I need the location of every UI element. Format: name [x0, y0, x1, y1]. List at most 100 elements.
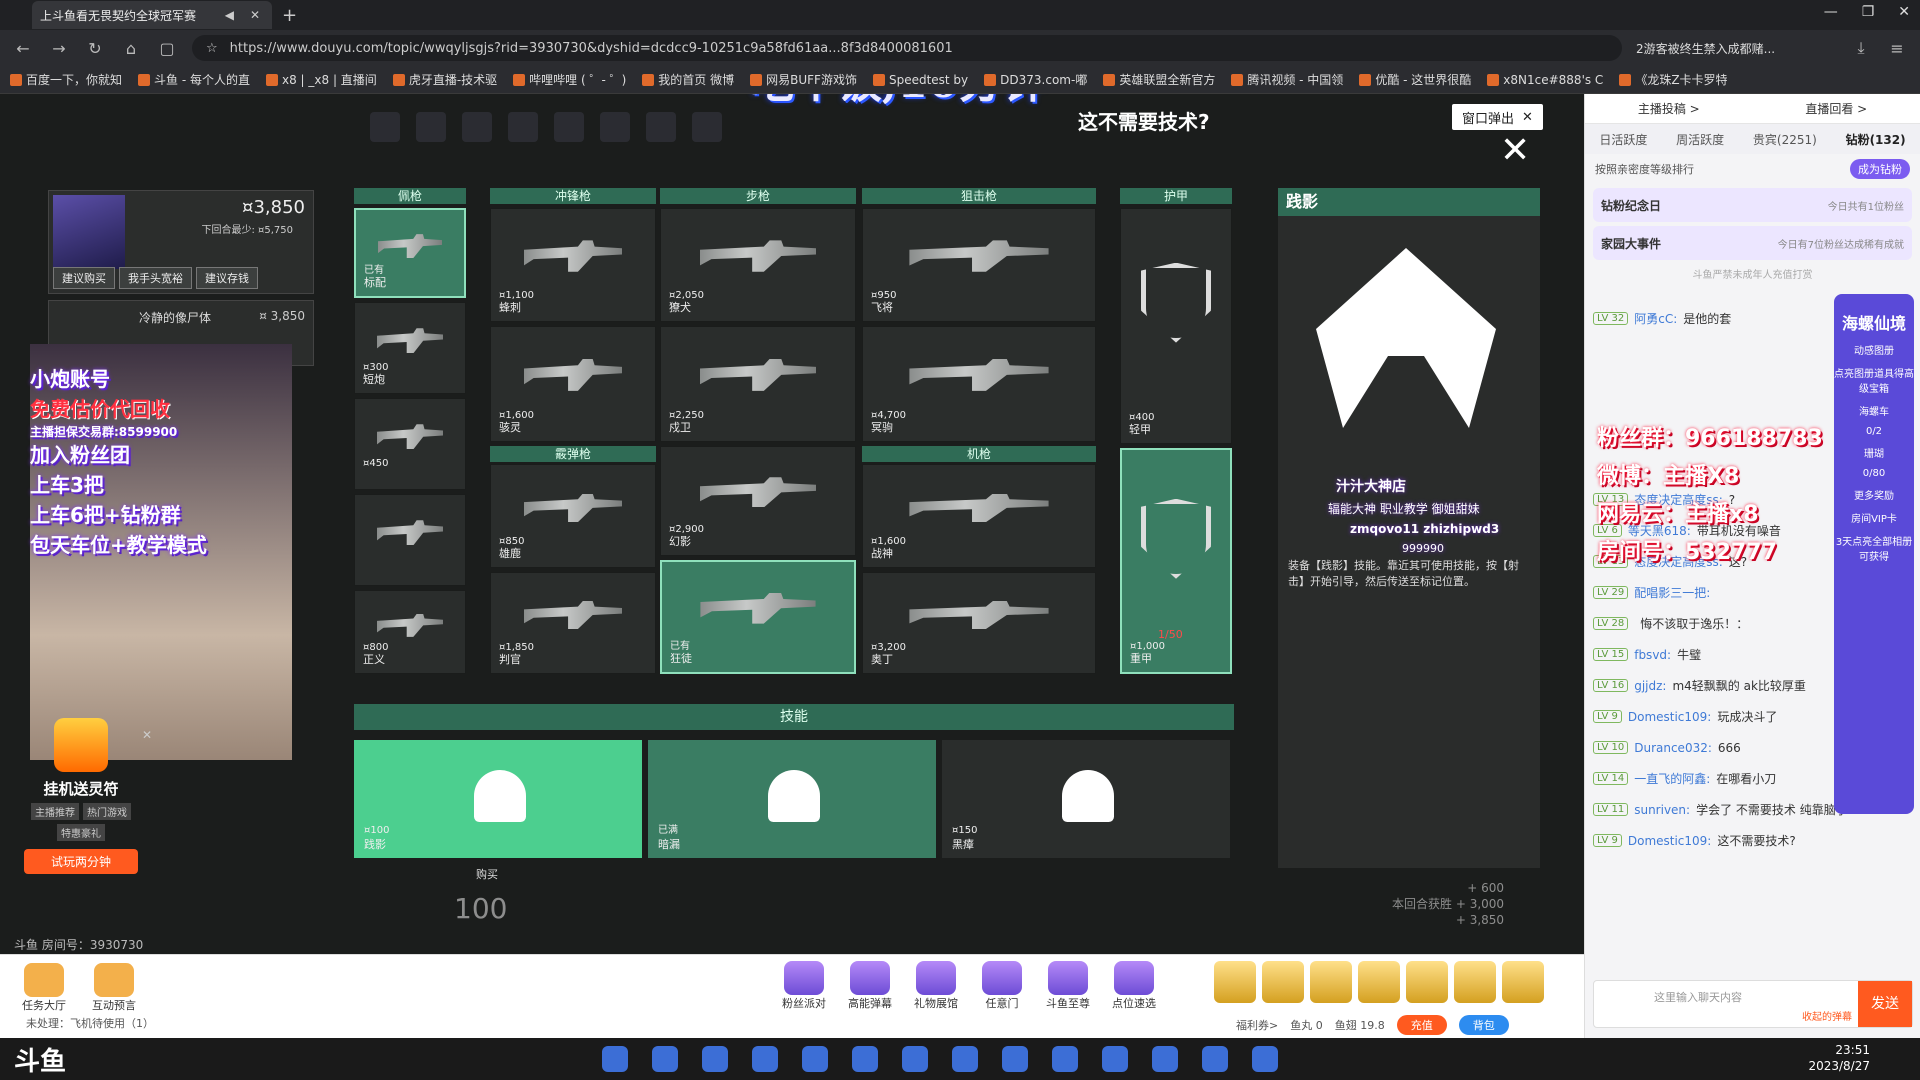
backpack-button[interactable]: 背包 — [1458, 1015, 1509, 1035]
gift-icon[interactable] — [1502, 961, 1544, 1003]
ability-card-3[interactable]: ¤150 黑瘴 — [942, 740, 1230, 858]
system-clock[interactable]: 23:51 2023/8/27 — [1808, 1042, 1870, 1074]
weapon-card-odin[interactable]: ¤3,200 奥丁 — [862, 572, 1096, 674]
popout-button[interactable]: 窗口弹出 ✕ — [1452, 104, 1543, 130]
ability-card-1[interactable]: ¤100 践影 — [354, 740, 642, 858]
coupon-link[interactable]: 福利券> — [1236, 1017, 1278, 1033]
task-hall-button[interactable]: 任务大厅 — [16, 963, 72, 1013]
app-icon[interactable] — [1252, 1046, 1278, 1072]
gift-gallery-button[interactable]: 礼物展馆 — [908, 961, 964, 1011]
recharge-button[interactable]: 充值 — [1396, 1015, 1447, 1035]
close-icon[interactable]: ✕ — [142, 728, 152, 742]
quick-select-button[interactable]: 点位速选 — [1106, 961, 1162, 1011]
minimize-icon[interactable]: — — [1824, 4, 1838, 20]
save-money-button[interactable]: 建议存钱 — [196, 267, 258, 289]
weapon-card-spectre[interactable]: ¤1,600 骇灵 — [490, 326, 656, 442]
gift-icon[interactable] — [1454, 961, 1496, 1003]
shop-close-icon[interactable]: ✕ — [1500, 130, 1530, 171]
streamer-posts-link[interactable]: 主播投稿 > — [1638, 100, 1700, 117]
weapon-card-ghost[interactable] — [354, 494, 466, 586]
armor-card-heavy[interactable]: 1/50 ¤1,000 重甲 — [1120, 448, 1232, 674]
app-icon[interactable] — [1052, 1046, 1078, 1072]
weapon-card-shorty[interactable]: ¤300 短炮 — [354, 302, 466, 394]
gift-icon[interactable] — [1358, 961, 1400, 1003]
restore-icon[interactable]: ❐ — [1862, 4, 1875, 20]
suggest-buy-button[interactable]: 建议购买 — [53, 267, 115, 289]
gift-icon[interactable] — [1310, 961, 1352, 1003]
tag[interactable]: 特惠豪礼 — [57, 824, 105, 841]
fan-party-button[interactable]: 粉丝派对 — [776, 961, 832, 1011]
app-icon[interactable] — [1002, 1046, 1028, 1072]
armor-card-light[interactable]: ¤400 轻甲 — [1120, 208, 1232, 444]
bookmark[interactable]: 我的首页 微博 — [642, 71, 734, 88]
weapon-card-ares[interactable]: ¤1,600 战神 — [862, 464, 1096, 568]
app-icon[interactable] — [952, 1046, 978, 1072]
reload-icon[interactable]: ↻ — [84, 39, 106, 58]
weapon-card-phantom[interactable]: ¤2,900 幻影 — [660, 446, 856, 556]
bookmark[interactable]: 腾讯视频 - 中国领 — [1231, 71, 1343, 88]
pending-notice[interactable]: 未处理：飞机待使用（1） — [26, 1015, 154, 1031]
weapon-card-judge[interactable]: ¤1,850 判官 — [490, 572, 656, 674]
tab-mute-icon[interactable]: ◀ — [221, 8, 238, 22]
app-icon[interactable] — [852, 1046, 878, 1072]
app-icon[interactable] — [1202, 1046, 1228, 1072]
ability-card-2[interactable]: 已满 暗漏 — [648, 740, 936, 858]
app-icon[interactable] — [602, 1046, 628, 1072]
weapon-card-bulldog[interactable]: ¤2,050 獠犬 — [660, 208, 856, 322]
bookmark[interactable]: 英雄联盟全新官方 — [1103, 71, 1215, 88]
app-icon[interactable] — [802, 1046, 828, 1072]
app-icon[interactable] — [702, 1046, 728, 1072]
send-button[interactable]: 发送 — [1858, 981, 1912, 1027]
new-tab-icon[interactable]: + — [282, 5, 297, 26]
gift-icon[interactable] — [1406, 961, 1448, 1003]
app-icon[interactable] — [902, 1046, 928, 1072]
high-energy-danmu-button[interactable]: 高能弹幕 — [842, 961, 898, 1011]
home-icon[interactable]: ⌂ — [120, 39, 142, 58]
bookmark[interactable]: 斗鱼 - 每个人的直 — [138, 71, 250, 88]
tab-daily[interactable]: 日活跃度 — [1599, 131, 1647, 148]
bookmark[interactable]: 优酷 - 这世界很酷 — [1359, 71, 1471, 88]
bookmark[interactable]: 网易BUFF游戏饰 — [750, 71, 857, 88]
gift-icon[interactable] — [1262, 961, 1304, 1003]
bookmark[interactable]: Speedtest by — [872, 73, 968, 87]
tag[interactable]: 主播推荐 — [31, 803, 79, 820]
tag[interactable]: 热门游戏 — [83, 803, 131, 820]
forward-icon[interactable]: → — [48, 39, 70, 58]
weapon-card-bucky[interactable]: ¤850 雄鹿 — [490, 464, 656, 568]
app-icon[interactable] — [752, 1046, 778, 1072]
app-icon[interactable] — [1102, 1046, 1128, 1072]
weapon-card-frenzy[interactable]: ¤450 — [354, 398, 466, 490]
bookmark[interactable]: 《龙珠Z卡卡罗特 — [1619, 71, 1728, 88]
bookmark[interactable]: 哔哩哔哩 ( ゜- ゜) — [513, 71, 626, 88]
weapon-card-marshal[interactable]: ¤950 飞将 — [862, 208, 1096, 322]
search-box[interactable]: 2游客被终生禁入成都赌... — [1636, 40, 1836, 57]
bookmark[interactable]: x8N1ce#888's C — [1487, 73, 1603, 87]
browser-tab[interactable]: 上斗鱼看无畏契约全球冠军赛 ◀ ✕ — [32, 1, 272, 29]
become-fan-button[interactable]: 成为钻粉 — [1850, 159, 1910, 179]
download-icon[interactable]: ⤓ — [1850, 38, 1872, 58]
menu-icon[interactable]: ≡ — [1886, 39, 1908, 58]
notice-anniversary[interactable]: 钻粉纪念日 今日共有1位粉丝 — [1593, 188, 1912, 222]
stream-video[interactable]: 吃个饭,10分钟 这不需要技术? 窗口弹出✕ ✕ ¤3,850 下回合最少: ¤… — [0, 94, 1584, 954]
douyu-supreme-button[interactable]: 斗鱼至尊 — [1040, 961, 1096, 1011]
weapon-card-stinger[interactable]: ¤1,100 蜂刺 — [490, 208, 656, 322]
event-rail[interactable]: 海螺仙境 动感图册 点亮图册道具得高级宝箱 海螺车 0/2 珊瑚 0/80 更多… — [1834, 294, 1914, 814]
collapsed-barrage-link[interactable]: 收起的弹幕 — [1802, 1008, 1852, 1023]
bookmark[interactable]: 虎牙直播-技术驱 — [392, 71, 497, 88]
close-window-icon[interactable]: ✕ — [1898, 4, 1910, 20]
tab-vip[interactable]: 贵宾(2251) — [1753, 131, 1817, 148]
chat-input[interactable]: 这里输入聊天内容 收起的弹幕 发送 — [1593, 980, 1913, 1028]
bookmark[interactable]: x8 | _x8 | 直播间 — [265, 71, 377, 88]
app-icon[interactable] — [652, 1046, 678, 1072]
weapon-card-operator[interactable]: ¤4,700 冥驹 — [862, 326, 1096, 442]
tab-diamond-fans[interactable]: 钻粉(132) — [1846, 131, 1906, 148]
any-door-button[interactable]: 任意门 — [974, 961, 1030, 1011]
weapon-card-guardian[interactable]: ¤2,250 戍卫 — [660, 326, 856, 442]
url-field[interactable]: ☆ https://www.douyu.com/topic/wwqyljsgjs… — [192, 35, 1622, 61]
weapon-card-sheriff[interactable]: ¤800 正义 — [354, 590, 466, 674]
bookmark[interactable]: DD373.com-嘟 — [984, 71, 1087, 88]
app-icon[interactable] — [1152, 1046, 1178, 1072]
try-button[interactable]: 试玩两分钟 — [24, 849, 138, 874]
weapon-card-classic[interactable]: 已有 标配 — [354, 208, 466, 298]
tab-weekly[interactable]: 周活跃度 — [1676, 131, 1724, 148]
